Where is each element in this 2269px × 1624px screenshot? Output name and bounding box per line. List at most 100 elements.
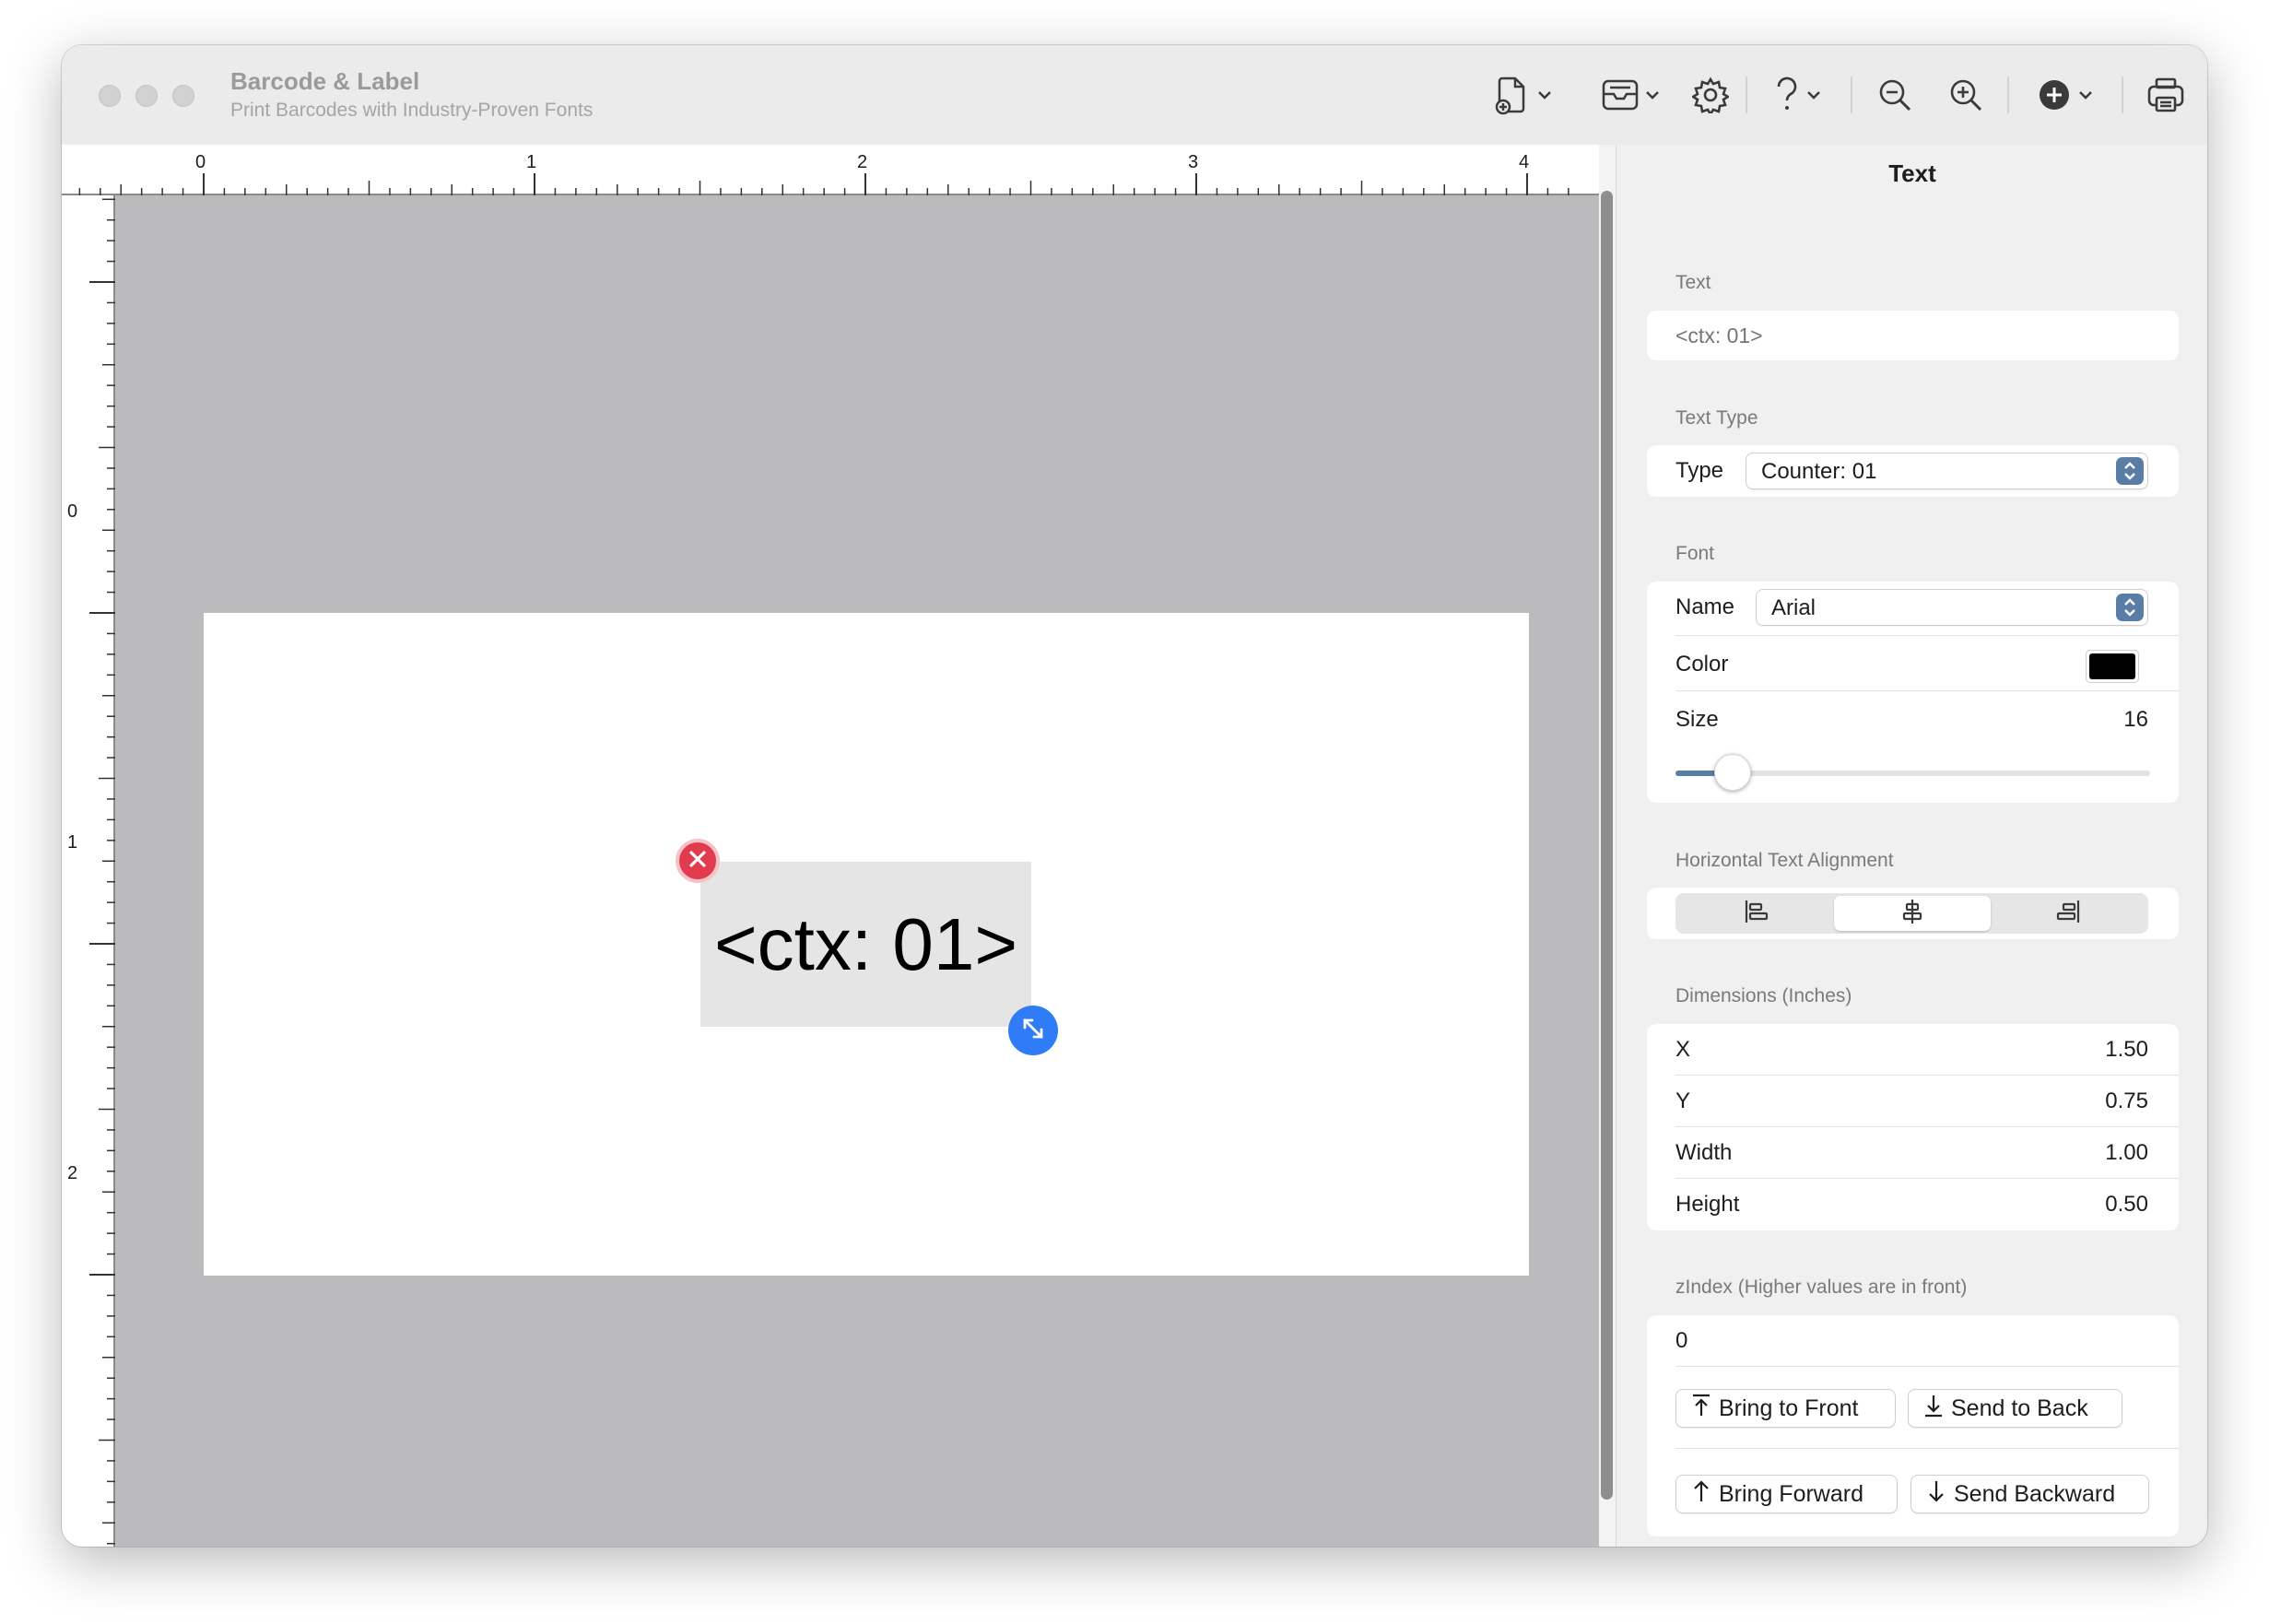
up-down-chevron-icon — [2116, 594, 2144, 621]
zindex-value[interactable]: 0 — [1675, 1328, 1687, 1354]
send-to-back-label: Send to Back — [1951, 1395, 2088, 1421]
font-size-slider-knob[interactable] — [1713, 754, 1751, 791]
close-icon — [688, 849, 708, 874]
font-section-label: Font — [1675, 543, 1715, 564]
align-right-button[interactable] — [1990, 896, 2146, 931]
zoom-out-button[interactable] — [1872, 71, 1918, 119]
print-button[interactable] — [2141, 71, 2191, 119]
arrow-down-icon — [1926, 1479, 1954, 1510]
add-circle-icon — [2038, 78, 2071, 112]
settings-button[interactable] — [1688, 71, 1733, 119]
bring-to-front-label: Bring to Front — [1719, 1395, 1859, 1421]
dimension-width-label: Width — [1675, 1140, 1733, 1165]
send-backward-button[interactable]: Send Backward — [1910, 1475, 2149, 1513]
font-name-label: Name — [1675, 594, 1735, 619]
app-subtitle: Print Barcodes with Industry-Proven Font… — [230, 100, 594, 121]
zoom-in-icon — [1947, 76, 1984, 113]
row-divider — [1675, 690, 2179, 691]
vertical-ruler: 0 1 2 — [62, 195, 115, 1547]
hruler-label-2: 2 — [857, 152, 868, 172]
help-menu-button[interactable] — [1767, 71, 1829, 119]
dimension-height-label: Height — [1675, 1192, 1740, 1217]
chevron-down-icon — [1645, 89, 1660, 100]
send-backward-label: Send Backward — [1954, 1480, 2116, 1507]
toolbar-separator — [2122, 76, 2123, 113]
vruler-label-0: 0 — [67, 501, 78, 522]
dimension-width-value[interactable]: 1.00 — [2105, 1140, 2148, 1166]
tray-menu-button[interactable] — [1593, 71, 1668, 119]
bring-to-front-button[interactable]: Bring to Front — [1675, 1389, 1896, 1428]
hruler-label-0: 0 — [195, 152, 206, 172]
zoom-out-icon — [1876, 76, 1913, 113]
horizontal-ruler-ticks — [78, 173, 1569, 195]
canvas-area[interactable]: 0 1 2 3 4 0 1 2 <ctx: 01> — [62, 145, 1616, 1547]
inspector-panel: Text Text Text Type Type Counter: 01 Fon… — [1616, 145, 2207, 1547]
dimension-y-value[interactable]: 0.75 — [2105, 1089, 2148, 1114]
row-divider — [1675, 1075, 2179, 1076]
up-down-chevron-icon — [2116, 457, 2144, 485]
chevron-down-icon — [1537, 89, 1552, 100]
send-to-back-button[interactable]: Send to Back — [1908, 1389, 2122, 1428]
font-color-well[interactable] — [2086, 650, 2139, 683]
arrow-up-icon — [1691, 1479, 1719, 1510]
new-document-menu-button[interactable] — [1488, 71, 1558, 119]
toolbar-separator — [2007, 76, 2009, 113]
dimension-height-value[interactable]: 0.50 — [2105, 1192, 2148, 1218]
alignment-card — [1647, 888, 2179, 939]
row-divider — [1675, 635, 2179, 636]
vertical-scrollbar-thumb[interactable] — [1601, 191, 1613, 1500]
app-window: Barcode & Label Print Barcodes with Indu… — [62, 45, 2207, 1547]
gear-icon — [1692, 76, 1729, 113]
new-document-icon — [1495, 75, 1532, 115]
app-title: Barcode & Label — [230, 67, 420, 95]
vruler-label-2: 2 — [67, 1163, 78, 1183]
dimension-x-value[interactable]: 1.50 — [2105, 1037, 2148, 1063]
align-right-icon — [2054, 898, 2082, 930]
arrow-up-to-line-icon — [1691, 1394, 1719, 1424]
resize-handle[interactable] — [1008, 1006, 1058, 1055]
row-divider — [1675, 1366, 2179, 1367]
add-element-menu-button[interactable] — [2029, 71, 2101, 119]
align-center-button[interactable] — [1834, 896, 1991, 931]
print-icon — [2146, 76, 2185, 114]
zindex-section-label: zIndex (Higher values are in front) — [1675, 1277, 1968, 1298]
alignment-section-label: Horizontal Text Alignment — [1675, 850, 1894, 871]
align-left-button[interactable] — [1678, 896, 1835, 931]
dimensions-card: X 1.50 Y 0.75 Width 1.00 Height 0.50 — [1647, 1024, 2179, 1230]
inspector-title: Text — [1888, 159, 1936, 187]
text-type-popup[interactable]: Counter: 01 — [1746, 453, 2148, 489]
hruler-label-4: 4 — [1519, 152, 1530, 172]
vertical-ruler-ticks — [89, 198, 115, 1545]
toolbar-separator — [1746, 76, 1747, 113]
align-center-icon — [1899, 898, 1926, 930]
zindex-card: 0 Bring to Front Send to Back Bring Forw — [1647, 1315, 2179, 1536]
text-element[interactable]: <ctx: 01> — [700, 862, 1031, 1027]
alignment-segmented-control — [1675, 893, 2148, 934]
font-color-swatch — [2089, 653, 2135, 679]
minimize-window-button[interactable] — [135, 85, 158, 107]
vruler-label-1: 1 — [67, 832, 78, 853]
dimension-y-label: Y — [1675, 1089, 1691, 1113]
delete-element-button[interactable] — [676, 839, 720, 883]
align-left-icon — [1743, 898, 1770, 930]
tray-icon — [1601, 76, 1640, 113]
title-bar: Barcode & Label Print Barcodes with Indu… — [62, 45, 2207, 146]
close-window-button[interactable] — [99, 85, 121, 107]
hruler-label-3: 3 — [1188, 152, 1199, 172]
font-name-popup[interactable]: Arial — [1756, 589, 2148, 626]
row-divider — [1675, 1178, 2179, 1179]
text-type-value: Counter: 01 — [1761, 459, 1877, 484]
horizontal-ruler: 0 1 2 3 4 — [62, 145, 1616, 195]
text-element-content: <ctx: 01> — [713, 902, 1018, 985]
zoom-in-button[interactable] — [1943, 71, 1989, 119]
bring-forward-button[interactable]: Bring Forward — [1675, 1475, 1898, 1513]
row-divider — [1675, 1448, 2179, 1449]
type-label: Type — [1675, 458, 1724, 483]
question-icon — [1775, 76, 1799, 113]
chevron-down-icon — [2078, 89, 2093, 100]
zoom-window-button[interactable] — [172, 85, 194, 107]
text-input[interactable] — [1675, 318, 2155, 353]
toolbar-separator — [1851, 76, 1852, 113]
font-card: Name Arial Color Size 16 — [1647, 582, 2179, 803]
text-section-label: Text — [1675, 272, 1711, 293]
